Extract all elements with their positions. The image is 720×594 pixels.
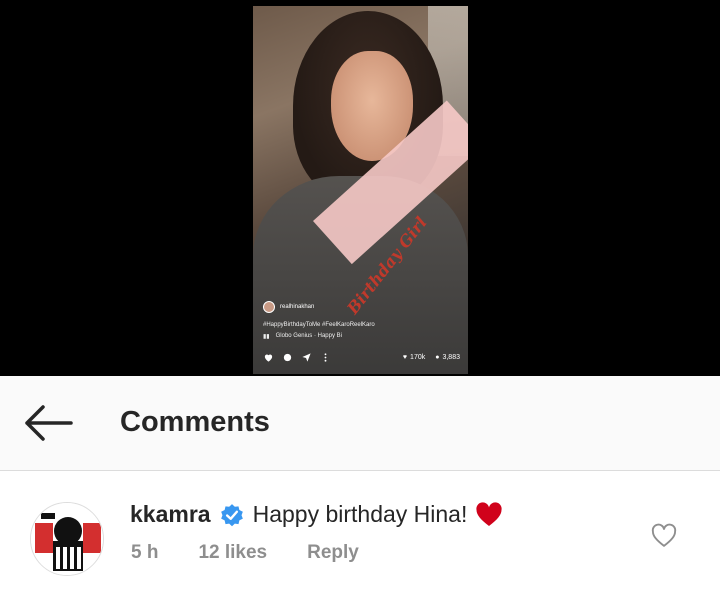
reply-button[interactable]: Reply (307, 542, 359, 564)
small-heart-icon: ♥ (402, 354, 408, 361)
reel-likes: ♥ 170k (403, 354, 425, 361)
reel-comments-count: 3,883 (442, 354, 460, 361)
comment-item: kkamra Happy birthday Hina! 5 h 12 likes… (0, 472, 720, 594)
back-button[interactable] (22, 400, 74, 446)
avatar[interactable] (30, 502, 104, 576)
reel-comments: ● 3,883 (435, 354, 460, 361)
reel-user-avatar (263, 301, 275, 313)
screen: Birthday Girl realhinakhan #HappyBirthda… (0, 0, 720, 594)
comment-line: kkamra Happy birthday Hina! (130, 501, 503, 528)
reel-audio-label: Globo Genius · Happy Bi (275, 333, 342, 339)
comments-header: Comments (0, 376, 720, 471)
reel-video[interactable]: Birthday Girl realhinakhan #HappyBirthda… (253, 6, 468, 374)
avatar-image (31, 503, 103, 575)
reel-caption: #HappyBirthdayToMe #FeelKaroReelKaro (263, 322, 375, 328)
comment-username[interactable]: kkamra (130, 501, 211, 528)
comment-time: 5 h (131, 542, 159, 563)
music-icon: ▮▮ (263, 334, 270, 340)
small-comment-icon: ● (435, 354, 440, 361)
comment-likes[interactable]: 12 likes (198, 542, 267, 564)
comment-text: Happy birthday Hina! (252, 501, 468, 527)
verified-badge-icon (220, 503, 243, 526)
reel-username: realhinakhan (280, 304, 315, 310)
heart-outline-icon[interactable] (650, 522, 678, 550)
red-heart-emoji (476, 501, 502, 526)
arrow-left-icon (25, 405, 73, 441)
reel-actions: ♥ 170k ● 3,883 (263, 352, 460, 363)
video-area: Birthday Girl realhinakhan #HappyBirthda… (0, 0, 720, 376)
reel-likes-count: 170k (410, 354, 426, 361)
heart-icon[interactable] (263, 352, 274, 363)
page-title: Comments (120, 406, 270, 438)
reel-audio[interactable]: ▮▮ Globo Genius · Happy Bi (263, 333, 342, 340)
comment-icon[interactable] (282, 352, 293, 363)
share-icon[interactable] (301, 352, 312, 363)
more-icon[interactable] (320, 352, 331, 363)
reel-user[interactable]: realhinakhan (263, 301, 314, 313)
comment-meta: 5 h 12 likes Reply (131, 542, 399, 564)
